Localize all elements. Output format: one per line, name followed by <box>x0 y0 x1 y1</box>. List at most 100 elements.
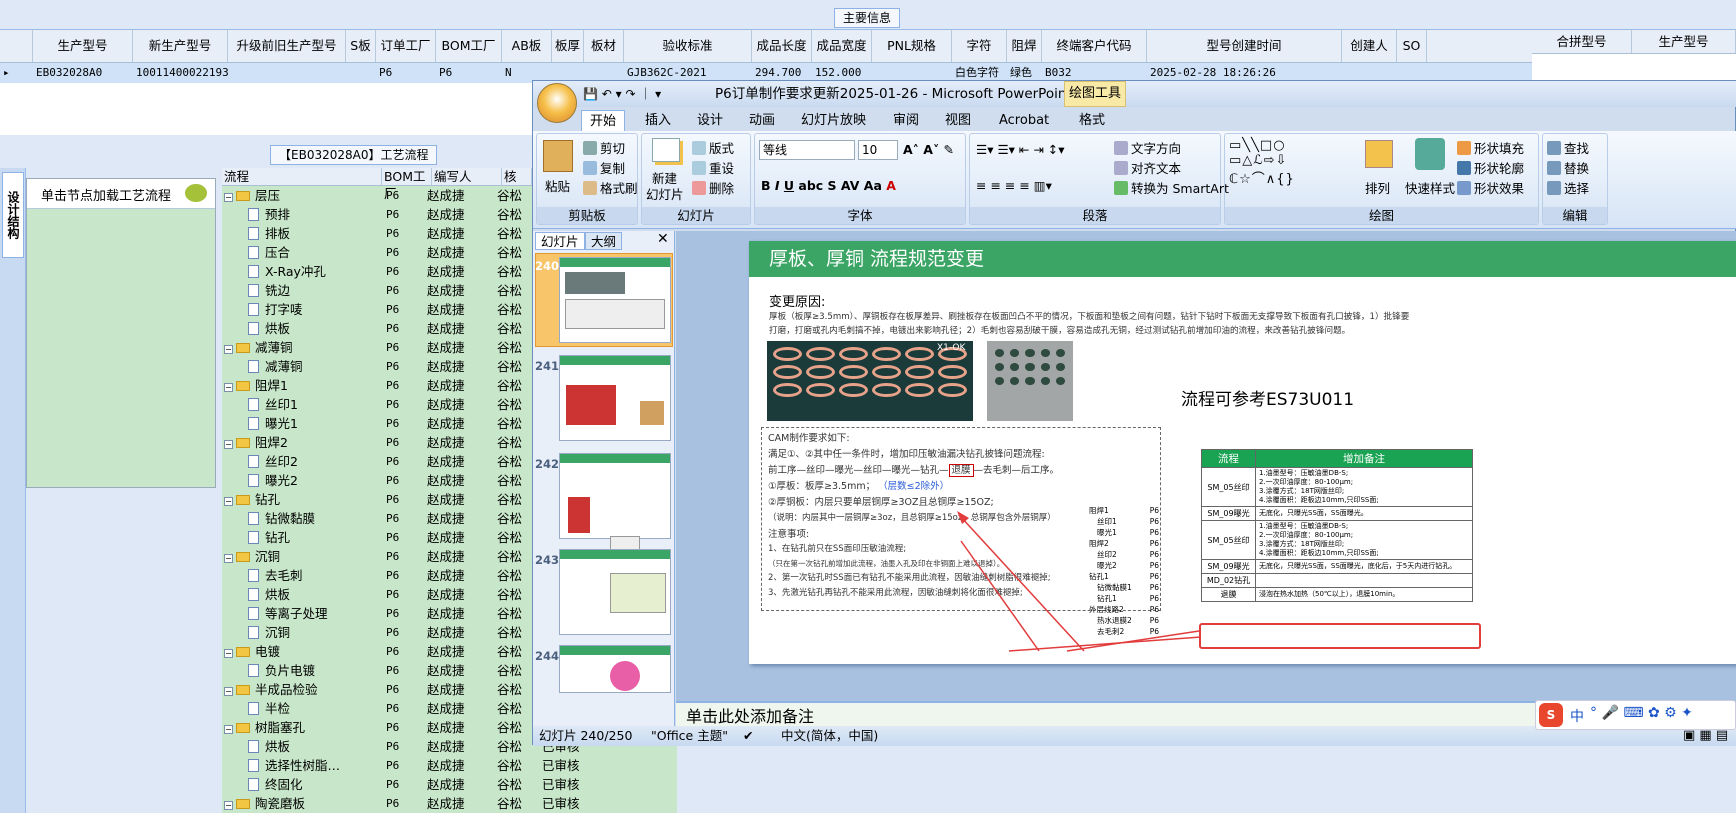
grid-column-header[interactable]: 创建人 <box>1342 30 1397 62</box>
align-text-button[interactable]: 对齐文本 <box>1114 158 1181 177</box>
collapse-toggle-icon[interactable]: − <box>224 554 233 563</box>
replace-icon <box>1547 161 1561 175</box>
grid-column-header[interactable]: PNL规格 <box>872 30 952 62</box>
tab-slideshow[interactable]: 幻灯片放映 <box>801 111 866 131</box>
ime-toolbar[interactable]: S 中 ° 🎤 ⌨ ✿ ⚙ ✦ <box>1535 700 1736 730</box>
shape-outline-button[interactable]: 形状轮廓 <box>1457 158 1524 177</box>
grid-column-header[interactable]: 成品长度 <box>752 30 812 62</box>
shapes-gallery[interactable]: ▭╲╲□○ ▭△ℒ⇨⇩ ℂ☆⌒∧{} <box>1229 138 1295 187</box>
grid-column-header[interactable]: S板 <box>346 30 376 62</box>
font-size-select[interactable]: 10 <box>858 140 898 160</box>
format-painter-button[interactable]: 格式刷 <box>583 178 638 197</box>
document-icon <box>248 740 259 753</box>
tab-review[interactable]: 审阅 <box>893 111 919 131</box>
slide-canvas[interactable]: 厚板、厚铜 流程规范变更 变更原因: 厚板（板厚≥3.5mm）、厚铜板存在板厚差… <box>749 241 1736 664</box>
grid-cell[interactable]: P6 <box>436 63 502 83</box>
pane-tab-outline[interactable]: 大纲 <box>585 232 623 250</box>
collapse-toggle-icon[interactable]: − <box>224 649 233 658</box>
close-pane-icon[interactable]: ✕ <box>657 231 669 247</box>
grid-column-header[interactable]: 新生产型号 <box>133 30 228 62</box>
grid-column-header[interactable]: AB板 <box>502 30 552 62</box>
tab-animation[interactable]: 动画 <box>749 111 775 131</box>
collapse-toggle-icon[interactable]: − <box>224 687 233 696</box>
grid-column-header[interactable]: 升级前旧生产型号 <box>228 30 346 62</box>
grid-cell[interactable]: 10011400022193 <box>133 63 228 83</box>
tree-node-label: 层压 <box>255 188 281 203</box>
grid-column-header[interactable]: 板材 <box>584 30 624 62</box>
find-button[interactable]: 查找 <box>1547 138 1589 157</box>
font-name-select[interactable]: 等线 <box>759 140 855 160</box>
row-indicator[interactable]: ▸ <box>0 63 33 83</box>
grid-column-header[interactable]: SO <box>1397 30 1427 62</box>
grid-column-header[interactable]: 订单工厂 <box>376 30 436 62</box>
grid-column-header[interactable]: 型号创建时间 <box>1147 30 1342 62</box>
tab-main-info[interactable]: 主要信息 <box>834 8 901 28</box>
node-panel-header[interactable]: 单击节点加载工艺流程 <box>27 179 215 209</box>
paste-icon[interactable] <box>543 140 573 172</box>
grid-column-header[interactable]: 成品宽度 <box>812 30 872 62</box>
collapse-toggle-icon[interactable]: − <box>224 193 233 202</box>
new-slide-button-2[interactable]: 幻灯片 <box>646 184 684 203</box>
grid-column-header[interactable]: 板厚 <box>552 30 584 62</box>
tab-view[interactable]: 视图 <box>945 111 971 131</box>
slide-thumbnail[interactable] <box>559 645 671 693</box>
tree-row[interactable]: 选择性树脂… P6 赵成捷 谷松 已审核 <box>222 756 677 775</box>
layout-button[interactable]: 版式 <box>692 138 734 157</box>
grid-column-header[interactable]: 生产型号 <box>33 30 133 62</box>
grid-column-header[interactable]: BOM工厂 <box>436 30 502 62</box>
grid-column-header[interactable]: 阻焊 <box>1007 30 1042 62</box>
grow-shrink-font-buttons[interactable]: A˄ A˅ ✎ <box>903 142 954 157</box>
collapse-toggle-icon[interactable]: − <box>224 440 233 449</box>
arrange-icon[interactable] <box>1365 140 1393 168</box>
shape-fill-button[interactable]: 形状填充 <box>1457 138 1524 157</box>
grid-column-header[interactable]: 终端客户代码 <box>1042 30 1147 62</box>
grid-cell[interactable]: EB032028A0 <box>33 63 133 83</box>
collapse-toggle-icon[interactable]: − <box>224 345 233 354</box>
collapse-toggle-icon[interactable]: − <box>224 801 233 810</box>
delete-button[interactable]: 删除 <box>692 178 734 197</box>
quick-access-icons[interactable]: 💾 ↶ ▾ ↷ ｜ ▾ <box>583 81 661 107</box>
text-direction-button[interactable]: 文字方向 <box>1114 138 1181 157</box>
grid-column-header[interactable]: 验收标准 <box>624 30 752 62</box>
folder-icon <box>236 438 250 448</box>
tree-row[interactable]: − 陶瓷磨板 P6 赵成捷 谷松 已审核 <box>222 794 677 813</box>
slide-thumbnail[interactable] <box>559 549 671 635</box>
quick-styles-icon[interactable] <box>1415 138 1445 170</box>
design-structure-tab[interactable]: 设计结构 <box>2 172 24 258</box>
tab-insert[interactable]: 插入 <box>645 111 671 131</box>
collapse-toggle-icon[interactable]: − <box>224 725 233 734</box>
align-buttons[interactable]: ≡ ≡ ≡ ≡ ▥▾ <box>976 178 1052 193</box>
tree-row[interactable]: 终固化 P6 赵成捷 谷松 已审核 <box>222 775 677 794</box>
collapse-toggle-icon[interactable]: − <box>224 497 233 506</box>
copy-button[interactable]: 复制 <box>583 158 625 177</box>
tab-format[interactable]: 格式 <box>1079 111 1105 131</box>
arrange-button[interactable]: 排列 <box>1365 178 1390 197</box>
pane-tab-slides[interactable]: 幻灯片 <box>535 232 585 250</box>
ime-tool-icons[interactable]: ° 🎤 ⌨ ✿ ⚙ ✦ <box>1590 705 1693 721</box>
grid-cell[interactable] <box>346 63 376 83</box>
font-style-buttons[interactable]: B I U abc S AV Aa A <box>761 178 896 193</box>
smartart-button[interactable]: 转换为 SmartArt <box>1114 178 1229 197</box>
grid-cell[interactable] <box>228 63 346 83</box>
tree-node-label: 阻焊2 <box>255 435 288 450</box>
cut-button[interactable]: 剪切 <box>583 138 625 157</box>
list-buttons[interactable]: ☰▾ ☰▾ ⇤ ⇥ ↕▾ <box>976 142 1065 157</box>
chat-bubble-icon[interactable] <box>185 184 207 202</box>
quick-styles-button[interactable]: 快速样式 <box>1405 178 1455 197</box>
shape-effect-button[interactable]: 形状效果 <box>1457 178 1524 197</box>
grid-column-header[interactable]: 字符 <box>952 30 1007 62</box>
slide-thumbnail[interactable] <box>559 355 671 441</box>
spell-check-icon[interactable]: ✔ <box>743 726 753 746</box>
replace-button[interactable]: 替换 <box>1547 158 1589 177</box>
slide-thumbnail[interactable] <box>559 257 671 343</box>
collapse-toggle-icon[interactable]: − <box>224 383 233 392</box>
tab-design[interactable]: 设计 <box>697 111 723 131</box>
paste-button[interactable]: 粘贴 <box>545 176 570 195</box>
tab-home[interactable]: 开始 <box>581 110 625 131</box>
tab-acrobat[interactable]: Acrobat <box>999 111 1049 131</box>
reset-button[interactable]: 重设 <box>692 158 734 177</box>
new-slide-icon[interactable] <box>652 138 680 162</box>
grid-cell[interactable]: P6 <box>376 63 436 83</box>
slide-thumbnail[interactable] <box>559 453 671 586</box>
select-button[interactable]: 选择 <box>1547 178 1589 197</box>
